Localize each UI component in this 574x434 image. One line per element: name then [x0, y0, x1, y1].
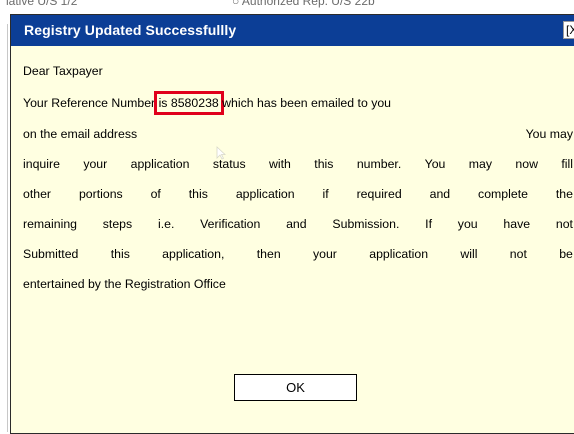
message-word: will: [460, 247, 478, 261]
message-line-6: Submitted this application, then your applica…: [23, 247, 573, 261]
message-word: of: [150, 187, 161, 201]
message-line-2-right: You may: [525, 127, 573, 141]
message-word: application: [369, 247, 429, 261]
background-label-left: lative U/S 1/2: [6, 0, 78, 8]
message-line-3: inquire your application status with this numb…: [23, 157, 573, 171]
message-line-2-left: on the email address: [23, 127, 138, 141]
message-word: and: [429, 187, 451, 201]
dialog-titlebar: Registry Updated Successfullly: [11, 15, 574, 46]
close-button[interactable]: [X]: [563, 21, 574, 39]
divider: [7, 24, 8, 432]
message-line-1-end: which has been emailed to you: [222, 96, 392, 110]
message-word: i.e.: [157, 217, 175, 231]
message-word: have: [503, 217, 531, 231]
message-word: complete: [478, 187, 528, 201]
message-word: this: [188, 187, 208, 201]
message-word: other: [23, 187, 52, 201]
message-word: your: [312, 247, 337, 261]
message-word: then: [256, 247, 281, 261]
message-word: fill: [561, 157, 573, 171]
message-word: the: [555, 187, 573, 201]
message-word: if: [322, 187, 329, 201]
message-word: not: [509, 247, 527, 261]
message-word: you: [457, 217, 478, 231]
ok-button[interactable]: OK: [234, 374, 357, 401]
background-window-edge: [0, 14, 10, 432]
message-word: not: [555, 217, 573, 231]
message-word: required: [356, 187, 402, 201]
message-word: your: [83, 157, 108, 171]
message-line-4: other portions of this application if required…: [23, 187, 573, 201]
message-word: Submission.: [332, 217, 400, 231]
message-word: this: [314, 157, 334, 171]
message-word: be: [559, 247, 573, 261]
message-word: You: [424, 157, 446, 171]
background-window: lative U/S 1/2 ○ Authorized Rep. U/S 22b: [0, 0, 574, 14]
message-word: and: [286, 217, 307, 231]
mouse-pointer-icon: [216, 146, 226, 160]
message-line-1-start: Your Reference Number: [23, 96, 156, 110]
success-dialog: Registry Updated Successfullly [X] Dear …: [10, 14, 574, 434]
message-word: If: [425, 217, 433, 231]
background-label-right: ○ Authorized Rep. U/S 22b: [232, 0, 375, 8]
message-word: now: [515, 157, 538, 171]
message-word: application: [130, 157, 190, 171]
greeting-text: Dear Taxpayer: [23, 64, 103, 78]
message-line-7: entertained by the Registration Office: [23, 277, 226, 291]
message-word: may: [468, 157, 493, 171]
message-word: this: [110, 247, 130, 261]
dialog-title: Registry Updated Successfullly: [24, 22, 237, 38]
message-word: remaining: [23, 217, 77, 231]
message-line-5: remaining steps i.e. Verification and Submiss…: [23, 217, 573, 231]
message-word: application: [235, 187, 295, 201]
message-word: portions: [78, 187, 123, 201]
message-word: with: [269, 157, 291, 171]
message-word: steps: [102, 217, 133, 231]
message-word: application,: [162, 247, 225, 261]
message-word: Verification: [200, 217, 261, 231]
message-word: inquire: [23, 157, 60, 171]
message-word: number.: [356, 157, 402, 171]
message-word: Submitted: [23, 247, 79, 261]
message-line-2: on the email address You may: [23, 127, 573, 141]
reference-number: is 8580238: [153, 91, 224, 115]
message-line-1: Your Reference Number is 8580238 which h…: [23, 91, 392, 115]
